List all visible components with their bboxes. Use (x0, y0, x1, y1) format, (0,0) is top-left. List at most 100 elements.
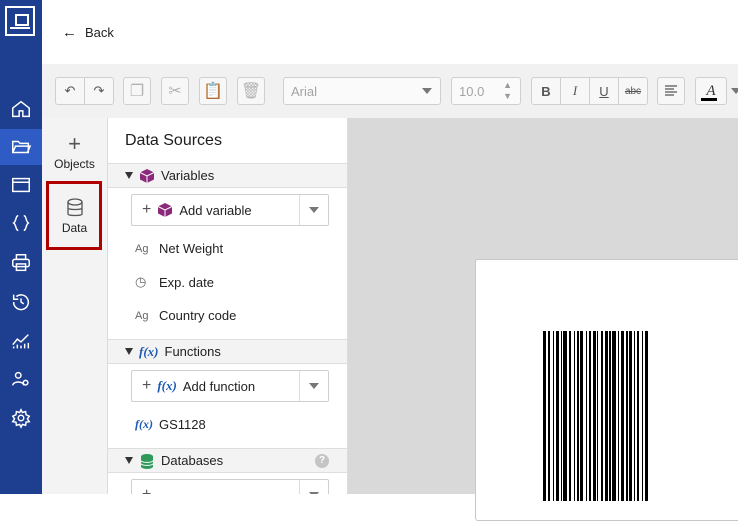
analytics-icon[interactable] (0, 323, 42, 359)
plus-icon: + (142, 486, 151, 494)
barcode-bar (629, 331, 632, 501)
barcode-bar (586, 331, 587, 501)
expand-triangle-icon (125, 172, 133, 179)
barcode-bar (548, 331, 550, 501)
date-variable-icon: ◷ (135, 274, 147, 289)
add-function-dropdown[interactable] (299, 371, 328, 401)
folder-open-icon[interactable] (0, 129, 42, 165)
list-item-variable[interactable]: Ag Country code (135, 308, 236, 323)
barcode-bar (621, 331, 624, 501)
printer-icon[interactable] (0, 245, 42, 281)
barcode-bar (634, 331, 635, 501)
barcode-bar (618, 331, 619, 501)
barcode-bar (561, 331, 562, 501)
section-variables-title: Variables (161, 168, 215, 183)
font-size-value: 10.0 (459, 83, 485, 99)
variable-cube-icon (158, 203, 173, 217)
code-braces-icon[interactable] (0, 205, 42, 241)
add-database-dropdown[interactable] (299, 480, 328, 494)
label-page[interactable] (475, 259, 738, 521)
users-settings-icon[interactable] (0, 361, 42, 397)
barcode-bar (543, 331, 546, 501)
function-label: GS1128 (159, 417, 206, 432)
settings-gear-icon[interactable] (0, 400, 42, 436)
text-variable-icon: Ag (135, 309, 149, 322)
chevron-down-icon (309, 383, 319, 389)
cut-icon[interactable]: ✂ (161, 77, 189, 105)
font-color-chevron-icon[interactable] (731, 88, 738, 94)
section-variables-header[interactable]: Variables (108, 163, 347, 188)
window-icon[interactable] (0, 167, 42, 203)
section-functions-header[interactable]: f(x) Functions (108, 339, 347, 364)
bold-button[interactable]: B (532, 78, 560, 104)
barcode[interactable] (543, 331, 738, 501)
tab-objects-label: Objects (54, 157, 95, 171)
function-icon: f(x) (135, 417, 153, 431)
strikethrough-button[interactable]: abc (618, 78, 647, 104)
function-icon: f(x) (139, 343, 159, 359)
variable-label: Net Weight (159, 241, 224, 256)
barcode-bar (593, 331, 596, 501)
plus-icon: + (142, 377, 152, 394)
font-color-icon[interactable]: A (695, 77, 727, 105)
text-style-group: B I U abc (531, 77, 648, 105)
barcode-bar (589, 331, 591, 501)
barcode-bar (601, 331, 603, 501)
panel-title: Data Sources (125, 132, 222, 149)
add-variable-dropdown[interactable] (299, 195, 328, 225)
add-function-button[interactable]: + f(x) Add function (131, 370, 329, 402)
paste-icon[interactable]: 📋 (199, 77, 227, 105)
top-bar: ← Back (42, 0, 738, 65)
variable-label: Exp. date (159, 274, 214, 290)
back-button[interactable]: ← Back (62, 24, 114, 41)
barcode-bar (605, 331, 608, 501)
home-icon[interactable] (0, 91, 42, 127)
variable-label: Country code (159, 308, 237, 323)
list-item-function[interactable]: f(x) GS1128 (135, 417, 206, 432)
barcode-bar (642, 331, 643, 501)
barcode-bar (597, 331, 598, 501)
barcode-bar (626, 331, 628, 501)
help-icon[interactable]: ? (315, 454, 329, 468)
underline-button[interactable]: U (589, 78, 618, 104)
section-databases-header[interactable]: Databases ? (108, 448, 347, 473)
list-item-variable[interactable]: Ag Net Weight (135, 241, 223, 256)
barcode-bar (577, 331, 579, 501)
undo-redo-group: ↶ ↷ (55, 77, 114, 105)
add-database-button[interactable]: + (131, 479, 329, 494)
barcode-bar (645, 331, 648, 501)
barcode-bar (556, 331, 559, 501)
plus-icon: + (68, 131, 81, 156)
font-family-select[interactable]: Arial (283, 77, 441, 105)
chevron-down-icon (309, 207, 319, 213)
add-function-label: Add function (182, 378, 256, 394)
redo-icon[interactable]: ↷ (84, 78, 113, 104)
italic-button[interactable]: I (560, 78, 589, 104)
arrow-left-icon: ← (62, 24, 77, 41)
barcode-bar (580, 331, 583, 501)
barcode-bar (637, 331, 639, 501)
align-left-icon[interactable] (657, 77, 685, 105)
tab-objects[interactable]: + Objects (42, 131, 107, 172)
barcode-bar (609, 331, 611, 501)
app-logo-icon[interactable] (5, 6, 35, 36)
font-size-stepper[interactable]: 10.0 ▲ ▼ (451, 77, 521, 105)
plus-icon: + (142, 201, 152, 218)
copy-icon[interactable]: ❐ (123, 77, 151, 105)
add-variable-button[interactable]: + Add variable (131, 194, 329, 226)
expand-triangle-icon (125, 457, 133, 464)
text-variable-icon: Ag (135, 242, 149, 255)
variable-cube-icon (139, 168, 155, 183)
add-variable-label: Add variable (179, 202, 252, 218)
stepper-arrows-icon[interactable]: ▲ ▼ (503, 80, 512, 102)
section-functions-title: Functions (164, 344, 221, 359)
barcode-bar (569, 331, 571, 501)
expand-triangle-icon (125, 348, 133, 355)
history-icon[interactable] (0, 284, 42, 320)
data-tab-highlight (46, 181, 102, 250)
undo-icon[interactable]: ↶ (56, 78, 84, 104)
delete-icon[interactable]: 🗑 (237, 77, 265, 105)
section-databases-title: Databases (161, 453, 224, 468)
design-canvas[interactable] (348, 118, 738, 521)
list-item-variable[interactable]: ◷ Exp. date (135, 274, 214, 290)
